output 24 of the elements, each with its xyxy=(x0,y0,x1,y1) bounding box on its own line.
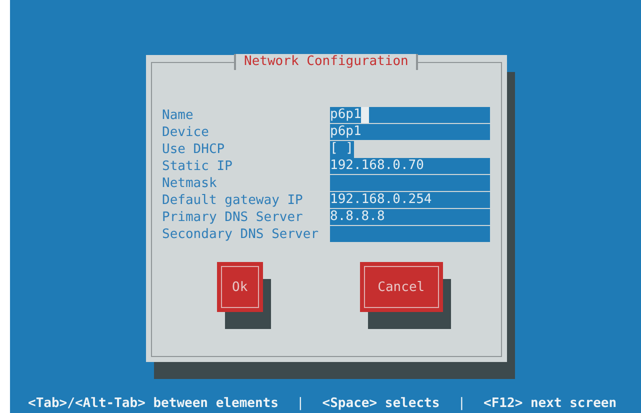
key-hint: <F12> next screen xyxy=(484,395,617,413)
input-field[interactable]: 192.168.0.70 xyxy=(330,158,490,175)
separator: | xyxy=(295,395,306,413)
input-field[interactable]: p6p1 xyxy=(330,124,490,141)
input-field[interactable]: p6p1 xyxy=(330,107,490,124)
field-label: Use DHCP xyxy=(162,141,226,158)
field-label: Secondary DNS Server xyxy=(162,226,320,243)
cancel-button[interactable]: Cancel xyxy=(360,262,443,312)
input-field[interactable] xyxy=(330,175,490,192)
ok-button[interactable]: Ok xyxy=(217,262,263,312)
dialog-title: Network Configuration xyxy=(234,54,418,70)
field-label: Primary DNS Server xyxy=(162,209,304,226)
field-label: Device xyxy=(162,124,210,141)
input-field[interactable] xyxy=(330,226,490,243)
input-field[interactable]: 8.8.8.8 xyxy=(330,209,490,226)
field-label: Netmask xyxy=(162,175,218,192)
separator: | xyxy=(456,395,467,413)
input-field[interactable]: 192.168.0.254 xyxy=(330,192,490,209)
key-hint: <Tab>/<Alt-Tab> between elements xyxy=(28,395,278,413)
field-label: Default gateway IP xyxy=(162,192,304,209)
key-hint: <Space> selects xyxy=(322,395,440,413)
field-label: Static IP xyxy=(162,158,234,175)
field-label: Name xyxy=(162,107,194,124)
checkbox[interactable]: [ ] xyxy=(330,141,354,158)
